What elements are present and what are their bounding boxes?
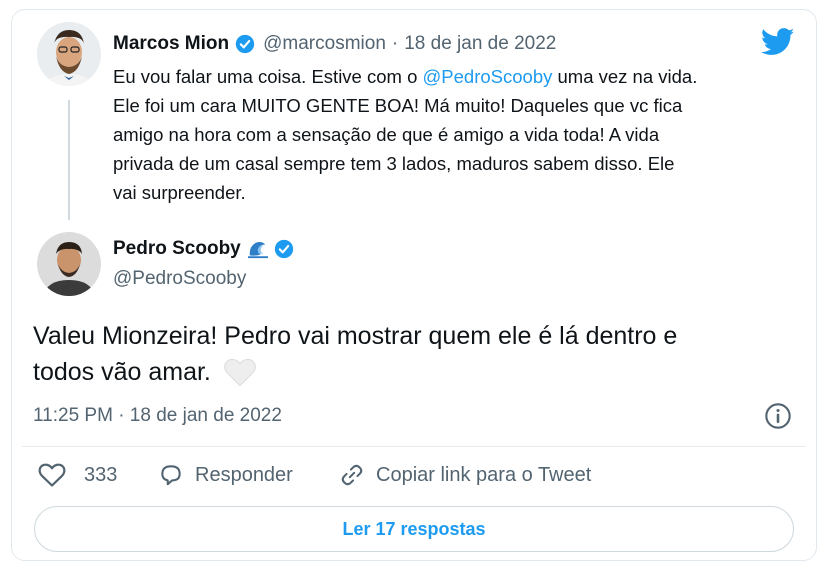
read-replies-button[interactable]: Ler 17 respostas [34, 506, 794, 552]
quoted-author-handle[interactable]: @marcosmion [263, 33, 386, 55]
link-icon [341, 464, 363, 486]
main-author-name[interactable]: Pedro Scooby [113, 238, 241, 260]
heart-icon [38, 463, 66, 487]
copy-link-label: Copiar link para o Tweet [376, 463, 592, 486]
divider [22, 446, 806, 447]
quoted-text-segment: uma vez na vida. [552, 66, 698, 87]
copy-link-button[interactable]: Copiar link para o Tweet [338, 462, 591, 488]
like-count: 333 [84, 463, 118, 486]
like-button[interactable]: 333 [38, 462, 117, 488]
main-text-line: todos vão amar. [33, 358, 211, 386]
main-tweet-header: Pedro Scooby [113, 238, 294, 260]
header-separator: · [391, 33, 399, 54]
main-tweet-text: Valeu Mionzeira! Pedro vai mostrar quem … [33, 318, 677, 390]
main-author-handle[interactable]: @PedroScooby [113, 268, 246, 290]
read-replies-label: Ler 17 respostas [342, 518, 486, 539]
info-icon[interactable] [764, 402, 792, 430]
quoted-text-line: amigo na hora com a sensação de que é am… [113, 124, 660, 145]
verified-badge-icon [274, 239, 293, 259]
main-text-line: Valeu Mionzeira! Pedro vai mostrar quem … [33, 322, 678, 350]
quoted-text-line: Ele foi um cara MUITO GENTE BOA! Má muit… [113, 95, 683, 116]
reply-label: Responder [195, 463, 293, 486]
quoted-text-line: privada de um casal sempre tem 3 lados, … [113, 153, 675, 174]
quoted-author-name[interactable]: Marcos Mion [113, 33, 229, 55]
twitter-bird-icon[interactable] [761, 28, 795, 56]
pedro-scooby-avatar[interactable] [37, 232, 101, 296]
quoted-text-line: Eu vou falar uma coisa. Estive com o @Pe… [113, 62, 697, 91]
main-text-line-2: todos vão amar. [33, 354, 677, 390]
quoted-tweet-text: Eu vou falar uma coisa. Estive com o @Pe… [113, 62, 697, 207]
reply-button[interactable]: Responder [157, 462, 293, 488]
verified-badge-icon [235, 34, 255, 54]
tweet-timestamp[interactable]: 11:25 PM · 18 de jan de 2022 [33, 405, 282, 427]
white-heart-emoji-icon [224, 358, 256, 387]
mention-link[interactable]: @PedroScooby [423, 66, 553, 87]
thread-connector-line [68, 100, 70, 220]
quoted-text-segment: Eu vou falar uma coisa. Estive com o [113, 66, 423, 87]
reply-bubble-icon [161, 465, 181, 486]
quoted-tweet-header: Marcos Mion @marcosmion · 18 de jan de 2… [113, 33, 556, 55]
quoted-tweet-date[interactable]: 18 de jan de 2022 [404, 33, 556, 55]
quoted-text-line: vai surpreender. [113, 182, 246, 203]
marcos-mion-avatar[interactable] [37, 22, 101, 86]
wave-emoji-icon [247, 242, 268, 259]
